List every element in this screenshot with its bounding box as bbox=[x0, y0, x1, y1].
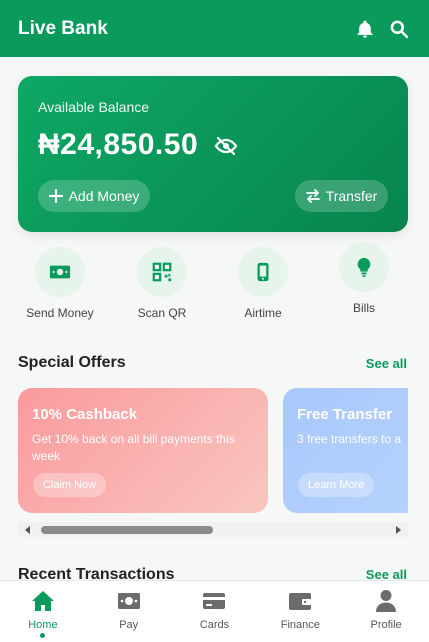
quick-action-circle bbox=[137, 247, 187, 297]
plus-icon bbox=[48, 189, 63, 203]
app-bar: Live Bank bbox=[0, 0, 429, 57]
nav-label: Cards bbox=[199, 619, 230, 631]
credit-card-icon bbox=[201, 589, 227, 613]
quick-action-label: Airtime bbox=[244, 306, 282, 320]
add-money-button[interactable]: Add Money bbox=[38, 180, 150, 212]
main-content: Available Balance ₦24,850.50 Add Money T… bbox=[0, 57, 429, 580]
scrollbar-thumb[interactable] bbox=[41, 526, 213, 534]
nav-item-pay[interactable]: Pay bbox=[86, 581, 172, 642]
offer-description: Get 10% back on all bill payments this w… bbox=[32, 432, 235, 463]
quick-action-scan-qr[interactable]: Scan QR bbox=[127, 247, 197, 320]
offers-carousel[interactable]: 10% Cashback Get 10% back on all bill pa… bbox=[18, 388, 408, 513]
bottom-navigation: Home Pay Cards Finance Profile bbox=[0, 580, 429, 642]
nav-label: Profile bbox=[370, 619, 402, 631]
qr-code-icon bbox=[151, 261, 173, 283]
money-icon bbox=[49, 261, 71, 283]
exchange-icon bbox=[305, 189, 320, 203]
offer-title: Free Transfer bbox=[297, 406, 393, 423]
learn-more-button[interactable]: Learn More bbox=[298, 473, 375, 497]
offer-title: 10% Cashback bbox=[32, 406, 138, 423]
nav-item-finance[interactable]: Finance bbox=[257, 581, 343, 642]
nav-item-profile[interactable]: Profile bbox=[343, 581, 429, 642]
phone-icon bbox=[252, 261, 274, 283]
money-icon bbox=[116, 589, 142, 613]
recent-transactions-title: Recent Transactions bbox=[18, 566, 175, 580]
offers-see-all-link[interactable]: See all bbox=[366, 356, 407, 371]
quick-action-label: Send Money bbox=[26, 306, 94, 320]
nav-item-cards[interactable]: Cards bbox=[172, 581, 258, 642]
user-icon bbox=[373, 589, 399, 613]
quick-action-circle bbox=[238, 247, 288, 297]
offer-card-free-transfer[interactable]: Free Transfer 3 free transfers to a Lear… bbox=[283, 388, 408, 513]
offer-description: 3 free transfers to a bbox=[297, 432, 402, 446]
eye-slash-icon[interactable] bbox=[214, 134, 238, 158]
bell-icon[interactable] bbox=[355, 19, 375, 39]
wallet-icon bbox=[287, 589, 313, 613]
quick-action-bills[interactable]: Bills bbox=[329, 242, 399, 315]
nav-label: Home bbox=[28, 619, 58, 631]
home-icon bbox=[30, 589, 56, 613]
horizontal-scrollbar[interactable] bbox=[18, 522, 408, 537]
transfer-label: Transfer bbox=[325, 188, 378, 204]
quick-action-circle bbox=[339, 242, 389, 292]
balance-card: Available Balance ₦24,850.50 Add Money T… bbox=[18, 76, 408, 232]
lightbulb-icon bbox=[353, 256, 375, 278]
active-indicator bbox=[40, 633, 46, 638]
quick-action-airtime[interactable]: Airtime bbox=[228, 247, 298, 320]
special-offers-title: Special Offers bbox=[18, 354, 126, 371]
quick-action-send-money[interactable]: Send Money bbox=[25, 247, 95, 320]
quick-action-label: Bills bbox=[352, 301, 375, 315]
balance-amount: ₦24,850.50 bbox=[38, 128, 199, 161]
scroll-right-arrow-icon[interactable] bbox=[396, 526, 401, 534]
nav-item-home[interactable]: Home bbox=[0, 581, 86, 642]
quick-action-label: Scan QR bbox=[137, 306, 187, 320]
add-money-label: Add Money bbox=[68, 188, 140, 204]
balance-label: Available Balance bbox=[38, 99, 150, 115]
nav-label: Pay bbox=[119, 619, 139, 631]
nav-label: Finance bbox=[280, 619, 320, 631]
search-icon[interactable] bbox=[389, 19, 409, 39]
offer-card-cashback[interactable]: 10% Cashback Get 10% back on all bill pa… bbox=[18, 388, 268, 513]
app-title: Live Bank bbox=[18, 17, 108, 39]
header-actions bbox=[355, 19, 409, 39]
scroll-left-arrow-icon[interactable] bbox=[25, 526, 30, 534]
quick-action-circle bbox=[35, 247, 85, 297]
claim-now-button[interactable]: Claim Now bbox=[33, 473, 107, 497]
transfer-button[interactable]: Transfer bbox=[295, 180, 388, 212]
transactions-see-all-link[interactable]: See all bbox=[366, 567, 407, 580]
